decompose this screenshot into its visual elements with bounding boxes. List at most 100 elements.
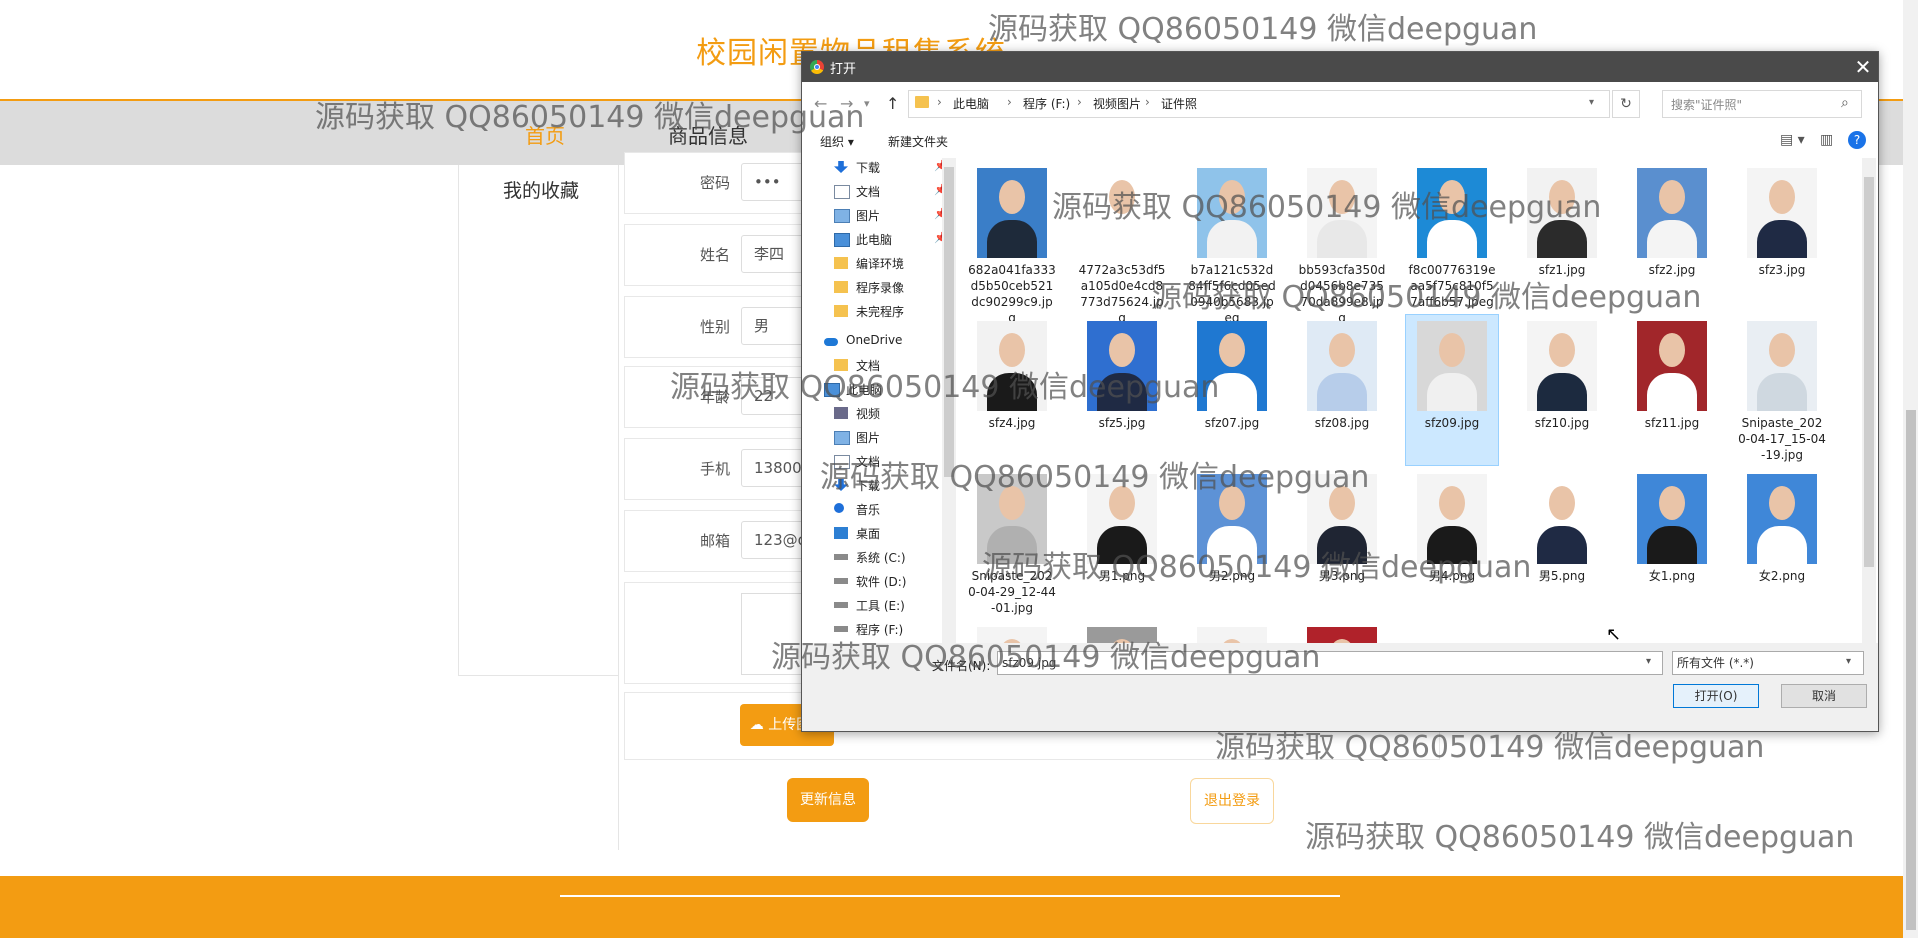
file-item[interactable]: [1296, 621, 1388, 643]
breadcrumb[interactable]: › 此电脑 › 程序 (F:) › 视频图片 › 证件照 ▾: [908, 90, 1610, 118]
file-item[interactable]: sfz5.jpg: [1076, 315, 1168, 465]
back-arrow-icon[interactable]: ←: [814, 94, 827, 113]
doc-icon: [834, 185, 850, 199]
file-thumbnail: [1637, 321, 1707, 411]
chevron-down-icon[interactable]: ▾: [1846, 656, 1851, 667]
close-icon[interactable]: ✕: [1852, 55, 1874, 79]
recent-dropdown-icon[interactable]: ▾: [864, 97, 870, 110]
portrait-head: [1219, 180, 1245, 214]
file-item[interactable]: [966, 621, 1058, 643]
file-thumbnail: [977, 474, 1047, 564]
tree-item-label: 下载: [856, 161, 881, 175]
nav-pane-scrollbar-thumb[interactable]: [944, 167, 954, 477]
portrait-body: [1537, 220, 1587, 258]
file-thumbnail: [1417, 474, 1487, 564]
tree-item-label: 文档: [856, 185, 881, 199]
file-thumbnail: [1197, 168, 1267, 258]
file-item[interactable]: 682a041fa333d5b50ceb521dc90299c9.jpg: [966, 162, 1058, 325]
portrait-body: [1097, 220, 1147, 258]
file-item[interactable]: sfz4.jpg: [966, 315, 1058, 465]
sidebar-item-favorites[interactable]: 我的收藏: [503, 176, 579, 203]
file-item[interactable]: sfz07.jpg: [1186, 315, 1278, 465]
file-item[interactable]: Snipaste_2020-04-17_15-04-19.jpg: [1736, 315, 1828, 465]
organize-button[interactable]: 组织 ▾: [820, 133, 854, 150]
tree-item-label: 此电脑: [856, 233, 893, 247]
nav-products[interactable]: 商品信息: [668, 120, 748, 149]
file-item[interactable]: sfz08.jpg: [1296, 315, 1388, 465]
doc-icon: [834, 455, 850, 469]
file-thumbnail: [1637, 474, 1707, 564]
watermark: 源码获取 QQ86050149 微信deepguan: [1305, 820, 1855, 855]
file-item[interactable]: sfz1.jpg: [1516, 162, 1608, 312]
breadcrumb-this-pc[interactable]: 此电脑: [953, 95, 989, 112]
preview-pane-icon[interactable]: ▥: [1820, 132, 1833, 148]
file-item[interactable]: sfz10.jpg: [1516, 315, 1608, 465]
drive-icon: [834, 602, 848, 608]
file-item[interactable]: 男2.png: [1186, 468, 1278, 618]
file-grid-scrollbar-thumb[interactable]: [1864, 177, 1874, 567]
help-icon[interactable]: ?: [1848, 131, 1866, 149]
file-thumbnail: [1087, 627, 1157, 643]
page-scrollbar-thumb[interactable]: [1906, 410, 1916, 930]
search-input[interactable]: 搜索"证件照" ⌕: [1662, 90, 1862, 118]
folder-icon: [834, 305, 848, 317]
file-item[interactable]: b7a121c532d84ff5f6cd05ed0940b5683.jpeg: [1186, 162, 1278, 325]
file-item[interactable]: 男3.png: [1296, 468, 1388, 618]
file-item[interactable]: 男4.png: [1406, 468, 1498, 618]
breadcrumb-drive-f[interactable]: 程序 (F:): [1023, 95, 1070, 112]
file-item[interactable]: 女1.png: [1626, 468, 1718, 618]
tree-item-label: 未完程序: [856, 305, 905, 319]
portrait-body: [1207, 373, 1257, 411]
open-button[interactable]: 打开(O): [1673, 684, 1759, 708]
update-info-button[interactable]: 更新信息: [787, 778, 869, 822]
file-item[interactable]: sfz09.jpg: [1405, 314, 1499, 466]
tree-item-label: 视频: [856, 407, 881, 421]
sidebar-bottom-border: [458, 675, 618, 676]
search-icon: ⌕: [1841, 95, 1849, 111]
watermark: 源码获取 QQ86050149 微信deepguan: [988, 12, 1538, 47]
view-mode-icon[interactable]: ▤ ▾: [1780, 132, 1805, 148]
file-name: sfz4.jpg: [988, 416, 1036, 430]
file-name: sfz11.jpg: [1644, 416, 1700, 430]
filename-input[interactable]: sfz09.jpg: [997, 651, 1663, 675]
mouse-cursor-icon: ↖: [1606, 624, 1622, 645]
file-item[interactable]: [1076, 621, 1168, 643]
breadcrumb-id-photos[interactable]: 证件照: [1161, 95, 1197, 112]
file-item[interactable]: Snipaste_2020-04-29_12-44-01.jpg: [966, 468, 1058, 618]
file-name: sfz09.jpg: [1424, 416, 1480, 430]
file-item[interactable]: 男1.png: [1076, 468, 1168, 618]
breadcrumb-video-images[interactable]: 视频图片: [1093, 95, 1141, 112]
chevron-down-icon[interactable]: ▾: [1646, 656, 1651, 667]
file-item[interactable]: [1186, 621, 1278, 643]
file-item[interactable]: sfz2.jpg: [1626, 162, 1718, 312]
chevron-down-icon[interactable]: ▾: [1589, 97, 1594, 108]
cancel-button[interactable]: 取消: [1781, 684, 1867, 708]
file-name: sfz5.jpg: [1098, 416, 1146, 430]
up-arrow-icon[interactable]: ↑: [886, 94, 899, 113]
file-item[interactable]: 4772a3c53df5a105d0e4cd8773d75624.jpg: [1076, 162, 1168, 325]
file-thumbnail: [1307, 321, 1377, 411]
forward-arrow-icon[interactable]: →: [840, 94, 853, 113]
form-label: 手机: [699, 460, 730, 478]
filename-label: 文件名(N):: [932, 659, 991, 673]
file-item[interactable]: sfz3.jpg: [1736, 162, 1828, 312]
file-thumbnail: [977, 627, 1047, 643]
portrait-head: [1219, 333, 1245, 367]
file-item[interactable]: f8c00776319eaa5f75c810f57aff6b57.jpeg: [1406, 162, 1498, 312]
pin-icon: 📌: [934, 159, 942, 172]
logout-button[interactable]: 退出登录: [1190, 778, 1274, 824]
portrait-head: [1659, 486, 1685, 520]
refresh-icon[interactable]: ↻: [1612, 90, 1640, 118]
file-item[interactable]: 男5.png: [1516, 468, 1608, 618]
footer-divider: [560, 895, 1340, 897]
tree-item-label: 软件 (D:): [856, 575, 907, 589]
new-folder-button[interactable]: 新建文件夹: [888, 133, 948, 150]
tree-item-label: 文档: [856, 359, 881, 373]
portrait-head: [1549, 180, 1575, 214]
file-item[interactable]: bb593cfa350dd0456b8e73570da899e8.jpg: [1296, 162, 1388, 325]
nav-home[interactable]: 首页: [525, 120, 565, 149]
folder-icon: [834, 257, 848, 269]
filetype-select[interactable]: 所有文件 (*.*): [1672, 651, 1864, 675]
file-item[interactable]: 女2.png: [1736, 468, 1828, 618]
file-item[interactable]: sfz11.jpg: [1626, 315, 1718, 465]
